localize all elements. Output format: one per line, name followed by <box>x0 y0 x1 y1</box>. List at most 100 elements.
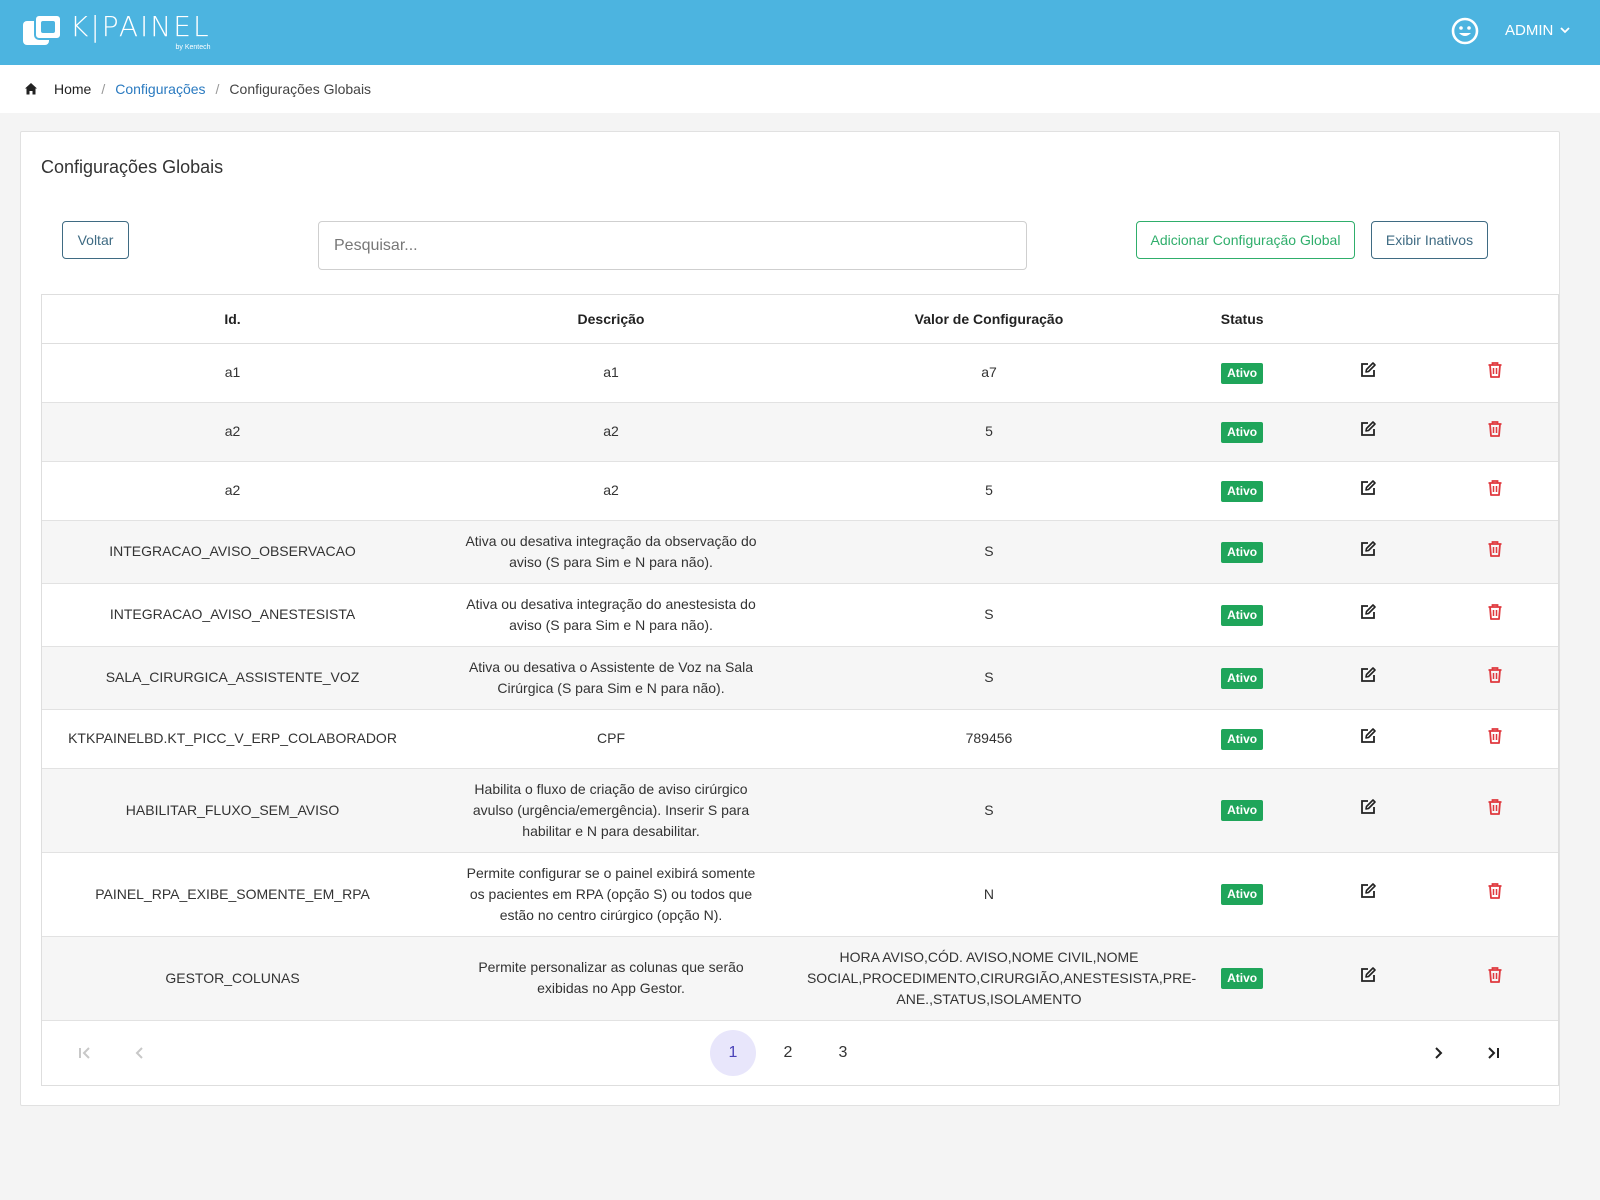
page-button-1[interactable]: 1 <box>710 1030 756 1076</box>
trash-icon[interactable] <box>1486 666 1504 684</box>
status-badge: Ativo <box>1221 968 1264 989</box>
cell-descricao: a2 <box>423 461 799 521</box>
status-badge: Ativo <box>1221 728 1264 750</box>
cell-descricao: Habilita o fluxo de criação de aviso cir… <box>423 768 799 853</box>
breadcrumb-current: Configurações Globais <box>229 81 372 97</box>
cell-delete <box>1431 583 1558 647</box>
table-row: PAINEL_RPA_EXIBE_SOMENTE_EM_RPA Permite c… <box>42 852 1558 937</box>
last-page-button[interactable] <box>1470 1030 1516 1076</box>
status-badge: Ativo <box>1221 421 1264 443</box>
trash-icon[interactable] <box>1486 361 1504 379</box>
app-logo[interactable]: K|PAINEL by Kentech <box>22 12 211 54</box>
show-inactive-button[interactable]: Exibir Inativos <box>1371 221 1488 259</box>
cell-id: INTEGRACAO_AVISO_OBSERVACAO <box>42 520 424 584</box>
cell-valor: a7 <box>798 343 1179 403</box>
page-button-2[interactable]: 2 <box>765 1030 811 1076</box>
table-row: SALA_CIRURGICA_ASSISTENTE_VOZ Ativa ou de… <box>42 646 1558 710</box>
cell-descricao: Ativa ou desativa o Assistente de Voz na… <box>423 646 799 710</box>
prev-page-button[interactable] <box>117 1030 163 1076</box>
status-badge: Ativo <box>1221 800 1264 821</box>
chevron-left-icon <box>135 1047 143 1059</box>
table-row: a1 a1 a7 Ativo <box>42 343 1558 403</box>
cell-delete <box>1431 936 1558 1021</box>
breadcrumb-configuracoes[interactable]: Configurações <box>115 81 205 97</box>
search-input[interactable] <box>318 221 1027 270</box>
trash-icon[interactable] <box>1486 603 1504 621</box>
cell-id: a1 <box>42 343 424 403</box>
user-smiley-icon[interactable] <box>1450 16 1480 46</box>
edit-icon[interactable] <box>1359 420 1377 438</box>
cell-valor: 789456 <box>798 709 1179 769</box>
logo-text: K|PAINEL <box>70 10 211 43</box>
trash-icon[interactable] <box>1486 540 1504 558</box>
col-header-edit <box>1305 295 1432 344</box>
edit-icon[interactable] <box>1359 882 1377 900</box>
table-row: HABILITAR_FLUXO_SEM_AVISO Habilita o flux… <box>42 768 1558 853</box>
cell-delete <box>1431 768 1558 853</box>
logo-subtext: by Kentech <box>175 44 211 51</box>
table-row: a2 a2 5 Ativo <box>42 461 1558 521</box>
cell-descricao: Permite personalizar as colunas que serã… <box>423 936 799 1021</box>
trash-icon[interactable] <box>1486 966 1504 984</box>
cell-id: GESTOR_COLUNAS <box>42 936 424 1021</box>
cell-edit <box>1305 520 1432 584</box>
cell-descricao: CPF <box>423 709 799 769</box>
trash-icon[interactable] <box>1486 479 1504 497</box>
edit-icon[interactable] <box>1359 727 1377 745</box>
cell-edit <box>1305 709 1432 769</box>
cell-status: Ativo <box>1178 520 1306 584</box>
back-button[interactable]: Voltar <box>62 221 129 259</box>
trash-icon[interactable] <box>1486 882 1504 900</box>
edit-icon[interactable] <box>1359 479 1377 497</box>
next-page-button[interactable] <box>1415 1030 1461 1076</box>
page-button-3[interactable]: 3 <box>820 1030 866 1076</box>
cell-valor: S <box>798 646 1179 710</box>
cell-edit <box>1305 646 1432 710</box>
cell-status: Ativo <box>1178 936 1306 1021</box>
cell-valor: 5 <box>798 461 1179 521</box>
col-header-valor[interactable]: Valor de Configuração <box>798 295 1179 344</box>
cell-id: KTKPAINELBD.KT_PICC_V_ERP_COLABORADOR <box>42 709 424 769</box>
cell-delete <box>1431 520 1558 584</box>
col-header-id[interactable]: Id. <box>42 295 424 344</box>
edit-icon[interactable] <box>1359 603 1377 621</box>
trash-icon[interactable] <box>1486 727 1504 745</box>
breadcrumb: Home / Configurações / Configurações Glo… <box>0 65 1600 113</box>
edit-icon[interactable] <box>1359 966 1377 984</box>
cell-descricao: Ativa ou desativa integração da observaç… <box>423 520 799 584</box>
status-badge: Ativo <box>1221 604 1264 626</box>
cell-edit <box>1305 768 1432 853</box>
cell-valor: S <box>798 520 1179 584</box>
cell-valor: 5 <box>798 402 1179 462</box>
cell-edit <box>1305 852 1432 937</box>
trash-icon[interactable] <box>1486 420 1504 438</box>
home-icon[interactable] <box>24 82 38 96</box>
cell-edit <box>1305 583 1432 647</box>
top-navbar: K|PAINEL by Kentech ADMIN <box>0 0 1600 65</box>
cell-id: HABILITAR_FLUXO_SEM_AVISO <box>42 768 424 853</box>
table-row: a2 a2 5 Ativo <box>42 402 1558 462</box>
cell-status: Ativo <box>1178 852 1306 937</box>
status-badge: Ativo <box>1221 884 1264 905</box>
cell-status: Ativo <box>1178 709 1306 769</box>
table-row: INTEGRACAO_AVISO_OBSERVACAO Ativa ou desa… <box>42 520 1558 584</box>
edit-icon[interactable] <box>1359 798 1377 816</box>
col-header-status[interactable]: Status <box>1178 295 1306 344</box>
col-header-descricao[interactable]: Descrição <box>423 295 799 344</box>
breadcrumb-separator: / <box>215 81 220 97</box>
cell-status: Ativo <box>1178 768 1306 853</box>
user-menu[interactable]: ADMIN <box>1505 22 1570 39</box>
cell-status: Ativo <box>1178 583 1306 647</box>
add-global-config-button[interactable]: Adicionar Configuração Global <box>1136 221 1355 259</box>
edit-icon[interactable] <box>1359 540 1377 558</box>
first-page-button[interactable] <box>62 1030 108 1076</box>
edit-icon[interactable] <box>1359 361 1377 379</box>
breadcrumb-home[interactable]: Home <box>54 81 91 97</box>
edit-icon[interactable] <box>1359 666 1377 684</box>
trash-icon[interactable] <box>1486 798 1504 816</box>
cell-valor: N <box>798 852 1179 937</box>
cell-valor: S <box>798 768 1179 853</box>
config-table: Id. Descrição Valor de Configuração Stat… <box>41 294 1559 1086</box>
table-row: KTKPAINELBD.KT_PICC_V_ERP_COLABORADOR CPF… <box>42 709 1558 769</box>
table-row: INTEGRACAO_AVISO_ANESTESISTA Ativa ou des… <box>42 583 1558 647</box>
